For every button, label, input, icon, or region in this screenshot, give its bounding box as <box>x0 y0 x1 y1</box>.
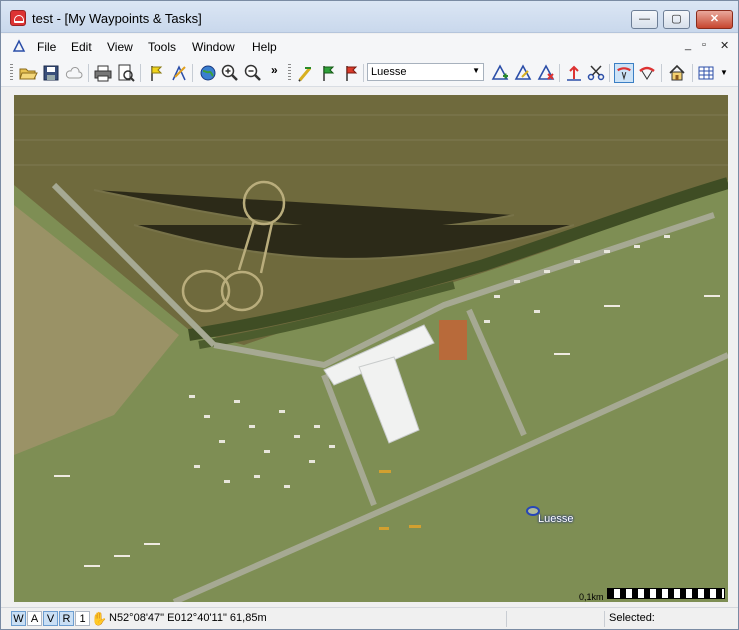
coordinates-readout: N52°08'47" E012°40'11" 61,85m <box>109 612 267 624</box>
toolbar-grip[interactable] <box>288 64 291 82</box>
menu-view[interactable]: View <box>107 40 133 54</box>
chevron-down-icon: ▼ <box>472 66 480 75</box>
toolbar-separator <box>661 64 662 82</box>
maximize-button[interactable]: ▢ <box>663 10 690 29</box>
task-delete-icon[interactable] <box>536 63 556 83</box>
selected-label: Selected: <box>609 612 655 624</box>
document-icon[interactable] <box>12 39 26 53</box>
menu-tools[interactable]: Tools <box>148 40 176 54</box>
globe-icon[interactable] <box>198 63 218 83</box>
mdi-close-button[interactable]: ✕ <box>720 39 729 52</box>
menu-help[interactable]: Help <box>252 40 277 54</box>
toggle-w[interactable]: W <box>11 611 26 626</box>
toolbar-separator <box>609 64 610 82</box>
status-separator <box>506 611 507 627</box>
toggle-v[interactable]: V <box>43 611 58 626</box>
flag-green-icon[interactable] <box>318 63 338 83</box>
waypoint-select-value: Luesse <box>371 66 407 78</box>
menu-file[interactable]: File <box>37 40 56 54</box>
hand-icon: ✋ <box>91 611 108 626</box>
cloud-icon[interactable] <box>64 63 84 83</box>
menu-bar: File Edit View Tools Window Help _ ▫ ✕ <box>1 34 738 59</box>
save-icon[interactable] <box>41 63 61 83</box>
map-imagery <box>14 95 728 602</box>
toggle-1[interactable]: 1 <box>75 611 90 626</box>
flag-red-icon[interactable] <box>341 63 361 83</box>
waypoint-select[interactable]: Luesse ▼ <box>367 63 484 81</box>
app-icon[interactable] <box>10 10 26 26</box>
status-separator <box>604 611 605 627</box>
satellite-map-view[interactable]: Luesse 0,1km <box>14 95 728 602</box>
open-folder-icon[interactable] <box>18 63 38 83</box>
task-edit-blue-icon[interactable] <box>513 63 533 83</box>
close-button[interactable]: ✕ <box>696 10 733 29</box>
minimize-icon: — <box>639 13 650 25</box>
close-icon: ✕ <box>709 13 720 25</box>
menu-window[interactable]: Window <box>192 40 235 54</box>
mdi-restore-button[interactable]: ▫ <box>702 39 706 51</box>
glider-active-icon[interactable] <box>614 63 634 83</box>
zoom-out-icon[interactable] <box>243 63 263 83</box>
chevron-down-icon[interactable]: ▼ <box>720 68 728 77</box>
toggle-a[interactable]: A <box>27 611 42 626</box>
app-window: test - [My Waypoints & Tasks] — ▢ ✕ File… <box>0 0 739 630</box>
mdi-minimize-button[interactable]: _ <box>685 39 691 51</box>
window-title: test - [My Waypoints & Tasks] <box>32 11 202 26</box>
scale-bar <box>607 588 725 599</box>
scissors-icon[interactable] <box>586 63 606 83</box>
task-add-icon[interactable] <box>490 63 510 83</box>
maximize-icon: ▢ <box>671 13 682 25</box>
task-pencil-icon[interactable] <box>295 63 315 83</box>
title-bar[interactable]: test - [My Waypoints & Tasks] — ▢ ✕ <box>1 1 738 33</box>
print-icon[interactable] <box>93 63 113 83</box>
home-icon[interactable] <box>667 63 687 83</box>
menu-edit[interactable]: Edit <box>71 40 92 54</box>
toolbar-separator <box>192 64 193 82</box>
toggle-r[interactable]: R <box>59 611 74 626</box>
toolbar-separator <box>88 64 89 82</box>
toolbar-separator <box>692 64 693 82</box>
paraglider-icon[interactable] <box>637 63 657 83</box>
toolbar-overflow-button[interactable]: » <box>271 63 278 77</box>
print-preview-icon[interactable] <box>116 63 136 83</box>
task-edit-icon[interactable] <box>169 63 189 83</box>
climb-icon[interactable] <box>564 63 584 83</box>
toolbar-grip[interactable] <box>10 64 13 82</box>
toolbar-separator <box>140 64 141 82</box>
zoom-in-icon[interactable] <box>220 63 240 83</box>
minimize-button[interactable]: — <box>631 10 658 29</box>
status-bar: W A V R 1 ✋ N52°08'47" E012°40'11" 61,85… <box>1 607 738 629</box>
toolbar-separator <box>363 64 364 82</box>
waypoint-label: Luesse <box>538 513 574 525</box>
flag-yellow-icon[interactable] <box>146 63 166 83</box>
toolbar-separator <box>559 64 560 82</box>
scale-label: 0,1km <box>579 592 604 602</box>
table-view-icon[interactable] <box>697 63 717 83</box>
